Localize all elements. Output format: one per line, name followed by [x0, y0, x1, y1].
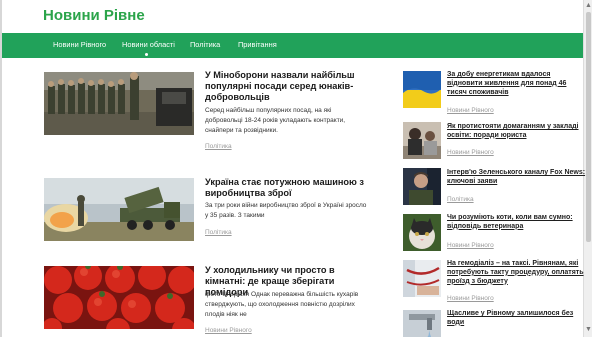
- site-title[interactable]: Новини Рівне: [43, 7, 145, 24]
- article-title-2[interactable]: Україна стає потужною машиною з виробниц…: [205, 177, 365, 199]
- nav-item-politics[interactable]: Політика: [190, 40, 220, 49]
- main-navigation: Новини Рівного Новини області Політика П…: [2, 33, 583, 58]
- article-image-tomatoes[interactable]: [44, 266, 194, 329]
- article-excerpt-3: фото Unsplash Однак переважна більшість …: [205, 291, 359, 318]
- sidebar-category-5[interactable]: Новини Рівного: [447, 295, 494, 302]
- sidebar-category-4[interactable]: Новини Рівного: [447, 242, 494, 249]
- sidebar-title-4[interactable]: Чи розуміють коти, коли вам сумно: відпо…: [447, 214, 587, 232]
- sidebar-image-dialysis[interactable]: [403, 260, 441, 297]
- nav-item-region-news[interactable]: Новини області: [122, 40, 175, 49]
- article-excerpt-2: За три роки війни виробництво зброї в Ук…: [205, 202, 367, 219]
- nav-item-rivne-news[interactable]: Новини Рівного: [53, 40, 106, 49]
- sidebar-title-5[interactable]: На гемодіаліз – на таксі. Рівнянам, які …: [447, 260, 587, 286]
- sidebar-image-cat[interactable]: [403, 214, 441, 251]
- sidebar-image-zelensky[interactable]: [403, 168, 441, 205]
- article-image-rocket-launcher[interactable]: [44, 178, 194, 241]
- sidebar-image-water[interactable]: [403, 310, 441, 337]
- article-excerpt-1: Серед найбільш популярних посад, на які …: [205, 107, 346, 134]
- sidebar-image-harassment[interactable]: [403, 122, 441, 159]
- sidebar-image-ukraine-flag[interactable]: [403, 71, 441, 108]
- article-category-1[interactable]: Політика: [205, 143, 232, 150]
- article-image-soldiers[interactable]: [44, 72, 194, 135]
- sidebar-title-3[interactable]: Інтерв'ю Зеленського каналу Fox News: кл…: [447, 169, 587, 187]
- sidebar-title-2[interactable]: Як протистояти домаганням у закладі осві…: [447, 123, 587, 141]
- article-category-2[interactable]: Політика: [205, 229, 232, 236]
- scroll-up-arrow-icon[interactable]: ▲: [585, 2, 592, 10]
- sidebar-category-2[interactable]: Новини Рівного: [447, 149, 494, 156]
- sidebar-category-1[interactable]: Новини Рівного: [447, 107, 494, 114]
- nav-item-greetings[interactable]: Привітання: [238, 40, 277, 49]
- article-title-1[interactable]: У Міноборони назвали найбільш популярні …: [205, 70, 365, 104]
- article-category-3[interactable]: Новини Рівного: [205, 327, 252, 334]
- sidebar-title-1[interactable]: За добу енергетикам вдалося відновити жи…: [447, 71, 587, 97]
- sidebar-category-3[interactable]: Політика: [447, 196, 474, 203]
- sidebar-title-6[interactable]: Щасливе у Рівному залишилося без води: [447, 310, 587, 328]
- active-nav-indicator: [145, 53, 148, 56]
